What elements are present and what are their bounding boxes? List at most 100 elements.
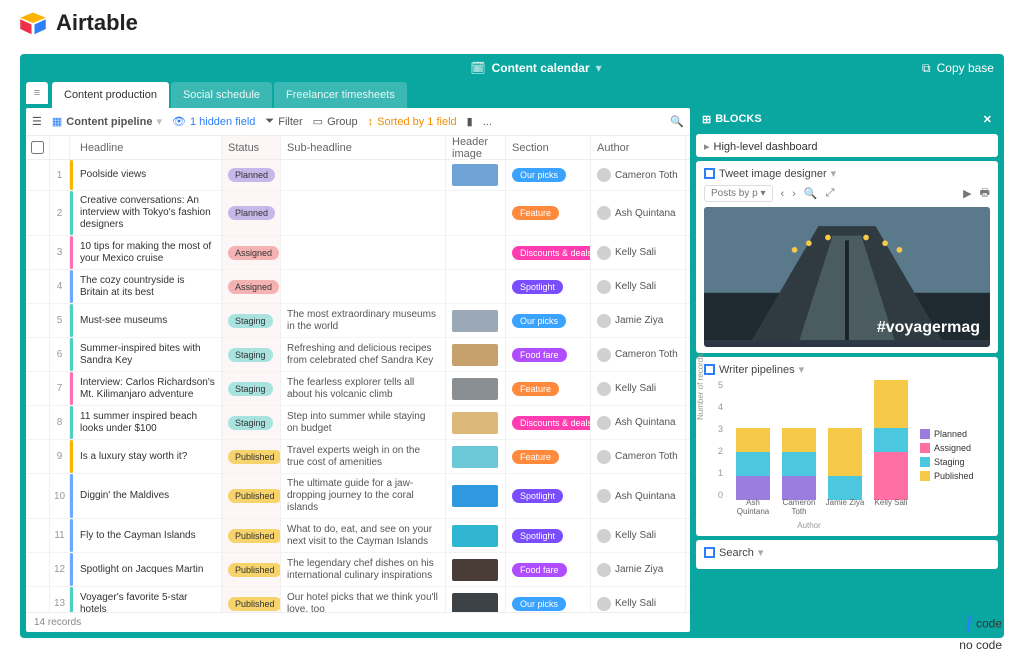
cell-headline[interactable]: Must-see museums (74, 304, 222, 337)
expand-icon[interactable]: ⤢ (826, 187, 835, 200)
cell-headline[interactable]: Spotlight on Jacques Martin (74, 553, 222, 586)
cell-section[interactable]: Discounts & deals (506, 406, 591, 439)
view-switcher[interactable]: ▦ Content pipeline ▾ (52, 115, 162, 128)
table-row[interactable]: 13Voyager's favorite 5-star hotelsPublis… (26, 587, 690, 612)
cell-author[interactable]: Cameron Toth (591, 440, 686, 473)
dashboard-title[interactable]: High-level dashboard (714, 141, 818, 153)
cell-headline[interactable]: Interview: Carlos Richardson's Mt. Kilim… (74, 372, 222, 405)
cell-author[interactable]: Kelly Sali (591, 236, 686, 269)
cell-image[interactable] (446, 553, 506, 586)
search-icon[interactable]: 🔍 (670, 115, 684, 128)
col-section[interactable]: Section (506, 136, 591, 159)
prev-icon[interactable]: ‹ (781, 188, 785, 200)
cell-author[interactable]: Kelly Sali (591, 519, 686, 552)
col-header-image[interactable]: Header image (446, 136, 506, 159)
cell-subheadline[interactable]: The ultimate guide for a jaw-dropping jo… (281, 474, 446, 518)
tweet-preview-image[interactable]: #voyagermag (704, 207, 990, 347)
cell-headline[interactable]: Is a luxury stay worth it? (74, 440, 222, 473)
cell-status[interactable]: Assigned (222, 236, 281, 269)
cell-status[interactable]: Staging (222, 304, 281, 337)
cell-image[interactable] (446, 372, 506, 405)
table-row[interactable]: 2Creative conversations: An interview wi… (26, 191, 690, 236)
table-row[interactable]: 12Spotlight on Jacques MartinPublishedTh… (26, 553, 690, 587)
next-icon[interactable]: › (792, 188, 796, 200)
cell-subheadline[interactable]: Step into summer while staying on budget (281, 406, 446, 439)
cell-headline[interactable]: Summer-inspired bites with Sandra Key (74, 338, 222, 371)
cell-subheadline[interactable] (281, 270, 446, 303)
cell-subheadline[interactable]: The fearless explorer tells all about hi… (281, 372, 446, 405)
table-row[interactable]: 310 tips for making the most of your Mex… (26, 236, 690, 270)
cell-headline[interactable]: 10 tips for making the most of your Mexi… (74, 236, 222, 269)
cell-author[interactable]: Kelly Sali (591, 270, 686, 303)
col-subheadline[interactable]: Sub-headline (281, 136, 446, 159)
color-button[interactable]: ▮ (467, 115, 473, 128)
stacked-bar-chart[interactable]: Number of records 543210 Ash QuintanaCam… (704, 380, 914, 530)
table-row[interactable]: 6Summer-inspired bites with Sandra KeySt… (26, 338, 690, 372)
cell-status[interactable]: Published (222, 553, 281, 586)
tab-social-schedule[interactable]: Social schedule (171, 82, 272, 108)
tab-content-production[interactable]: Content production (52, 82, 169, 108)
cell-author[interactable]: Jamie Ziya (591, 553, 686, 586)
print-icon[interactable]: 🖶 (980, 184, 990, 203)
cell-headline[interactable]: The cozy countryside is Britain at its b… (74, 270, 222, 303)
hidden-fields-button[interactable]: 👁 1 hidden field (172, 115, 255, 128)
cell-image[interactable] (446, 270, 506, 303)
cell-subheadline[interactable]: The most extraordinary museums in the wo… (281, 304, 446, 337)
cell-image[interactable] (446, 406, 506, 439)
cell-section[interactable]: Spotlight (506, 519, 591, 552)
cell-image[interactable] (446, 338, 506, 371)
cell-author[interactable]: Kelly Sali (591, 372, 686, 405)
cell-author[interactable]: Ash Quintana (591, 474, 686, 518)
cell-status[interactable]: Published (222, 519, 281, 552)
cell-image[interactable] (446, 304, 506, 337)
cell-subheadline[interactable] (281, 160, 446, 190)
cell-headline[interactable]: 11 summer inspired beach looks under $10… (74, 406, 222, 439)
cell-image[interactable] (446, 236, 506, 269)
table-row[interactable]: 10Diggin' the MaldivesPublishedThe ultim… (26, 474, 690, 519)
cell-section[interactable]: Feature (506, 191, 591, 235)
cell-status[interactable]: Published (222, 440, 281, 473)
posts-dropdown[interactable]: Posts by p ▾ (704, 185, 773, 202)
table-row[interactable]: 11Fly to the Cayman IslandsPublishedWhat… (26, 519, 690, 553)
cell-headline[interactable]: Voyager's favorite 5-star hotels (74, 587, 222, 612)
sort-button[interactable]: ↕ Sorted by 1 field (368, 116, 457, 128)
cell-section[interactable]: Feature (506, 440, 591, 473)
cell-section[interactable]: Spotlight (506, 270, 591, 303)
cell-headline[interactable]: Creative conversations: An interview wit… (74, 191, 222, 235)
cell-subheadline[interactable] (281, 191, 446, 235)
tab-freelancer-timesheets[interactable]: Freelancer timesheets (274, 82, 407, 108)
cell-author[interactable]: Jamie Ziya (591, 304, 686, 337)
cell-section[interactable]: Discounts & deals (506, 236, 591, 269)
cell-image[interactable] (446, 474, 506, 518)
cell-status[interactable]: Published (222, 474, 281, 518)
table-row[interactable]: 5Must-see museumsStagingThe most extraor… (26, 304, 690, 338)
cell-status[interactable]: Staging (222, 338, 281, 371)
cell-section[interactable]: Our picks (506, 587, 591, 612)
cell-status[interactable]: Staging (222, 406, 281, 439)
cell-headline[interactable]: Poolside views (74, 160, 222, 190)
cell-image[interactable] (446, 191, 506, 235)
cell-section[interactable]: Spotlight (506, 474, 591, 518)
table-row[interactable]: 1Poolside viewsPlannedOur picksCameron T… (26, 160, 690, 191)
base-title[interactable]: Content calendar (492, 61, 590, 75)
filter-button[interactable]: ⏷ Filter (265, 115, 302, 128)
cell-section[interactable]: Food fare (506, 553, 591, 586)
cell-status[interactable]: Assigned (222, 270, 281, 303)
cell-image[interactable] (446, 440, 506, 473)
cell-headline[interactable]: Fly to the Cayman Islands (74, 519, 222, 552)
table-row[interactable]: 4The cozy countryside is Britain at its … (26, 270, 690, 304)
more-button[interactable]: ... (483, 116, 492, 128)
col-author[interactable]: Author (591, 136, 686, 159)
cell-image[interactable] (446, 519, 506, 552)
cell-image[interactable] (446, 160, 506, 190)
copy-base-button[interactable]: Copy base (937, 61, 994, 75)
col-headline[interactable]: Headline (74, 136, 222, 159)
cell-subheadline[interactable]: What to do, eat, and see on your next vi… (281, 519, 446, 552)
close-icon[interactable]: ✕ (983, 113, 992, 126)
col-status[interactable]: Status (222, 136, 281, 159)
cell-subheadline[interactable]: Our hotel picks that we think you'll lov… (281, 587, 446, 612)
cell-image[interactable] (446, 587, 506, 612)
cell-subheadline[interactable]: Refreshing and delicious recipes from ce… (281, 338, 446, 371)
group-button[interactable]: ▭ Group (313, 115, 358, 128)
cell-section[interactable]: Feature (506, 372, 591, 405)
